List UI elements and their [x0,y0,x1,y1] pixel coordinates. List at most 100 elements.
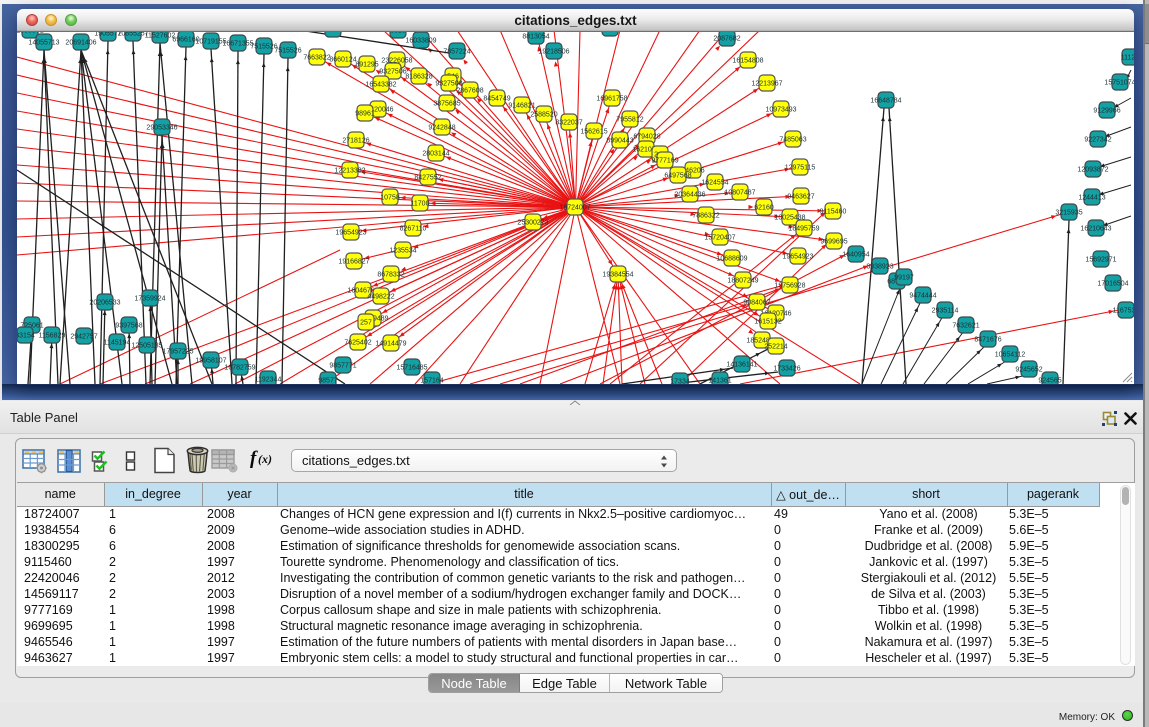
svg-text:20364436: 20364436 [674,192,705,199]
svg-text:12975115: 12975115 [785,165,816,172]
svg-text:33154: 33154 [17,333,35,340]
svg-text:2942757: 2942757 [70,334,97,341]
svg-text:9327506: 9327506 [379,69,406,76]
svg-text:8267110: 8267110 [400,226,427,233]
svg-text:1733426: 1733426 [773,366,800,373]
svg-text:9242848: 9242848 [428,125,455,132]
svg-text:1156829: 1156829 [39,333,66,340]
svg-text:7663822: 7663822 [303,55,330,62]
svg-text:10688609: 10688609 [716,256,747,263]
svg-text:99197: 99197 [894,275,914,282]
svg-text:4498222: 4498222 [367,294,394,301]
svg-text:1145194: 1145194 [104,340,131,347]
svg-text:8427552: 8427552 [414,175,441,182]
svg-text:15716485: 15716485 [396,365,427,372]
svg-text:11121: 11121 [1121,55,1134,62]
svg-text:62160: 62160 [754,205,774,212]
svg-text:17957225: 17957225 [162,349,193,356]
svg-text:6497568: 6497568 [664,173,691,180]
svg-text:2588520: 2588520 [530,112,557,119]
svg-text:7515526: 7515526 [274,48,301,55]
svg-text:11700: 11700 [411,201,430,208]
svg-text:15751074: 15751074 [1104,80,1134,87]
svg-text:25300273: 25300273 [517,220,548,227]
svg-text:15720407: 15720407 [704,235,735,242]
svg-text:1244413: 1244413 [1078,195,1105,202]
svg-text:16543382: 16543382 [365,82,396,89]
svg-text:9327508: 9327508 [435,81,462,88]
svg-text:12505135: 12505135 [131,343,162,350]
svg-text:1615132: 1615132 [754,319,781,326]
svg-text:9397568: 9397568 [115,323,142,330]
svg-text:7625402: 7625402 [344,340,371,347]
svg-text:f: f [250,449,258,468]
svg-text:8813: 8813 [390,32,406,35]
svg-text:10654112: 10654112 [995,352,1026,359]
svg-text:9699695: 9699695 [820,239,847,246]
svg-text:16648784: 16648784 [870,98,901,105]
svg-text:16210643: 16210643 [1080,226,1111,233]
svg-text:(x): (x) [258,452,272,466]
svg-text:9115460: 9115460 [820,209,847,216]
svg-text:11527602: 11527602 [145,33,176,40]
svg-text:8813054: 8813054 [522,34,549,41]
svg-text:257: 257 [360,320,372,327]
svg-text:14914479: 14914479 [375,341,406,348]
svg-text:14136141: 14136141 [726,362,757,369]
svg-text:252214: 252214 [764,344,787,351]
svg-text:9227342: 9227342 [1084,137,1111,144]
svg-text:9474444: 9474444 [909,293,936,300]
svg-text:9245652: 9245652 [1015,367,1042,374]
svg-text:2718126: 2718126 [342,138,369,145]
svg-text:7955812: 7955812 [616,117,643,124]
svg-text:3215935: 3215935 [1055,210,1082,217]
svg-text:16154808: 16154808 [732,58,763,65]
svg-text:20206533: 20206533 [89,300,120,307]
svg-text:8186328: 8186328 [405,74,432,81]
svg-text:6794028: 6794028 [633,134,660,141]
svg-text:17016504: 17016504 [1097,281,1128,288]
svg-text:3875685: 3875685 [433,101,460,108]
svg-text:8471676: 8471676 [974,337,1001,344]
svg-text:18807249: 18807249 [727,278,758,285]
svg-text:9463627: 9463627 [787,194,814,201]
svg-text:1167533: 1167533 [1113,308,1134,315]
svg-text:29053346: 29053346 [146,125,177,132]
svg-text:1192344: 1192344 [255,377,282,384]
svg-text:2867608: 2867608 [456,88,483,95]
svg-text:9084067: 9084067 [743,300,770,307]
svg-text:9857771: 9857771 [329,363,356,370]
svg-text:12093872: 12093872 [1077,167,1108,174]
svg-text:10807487: 10807487 [724,190,755,197]
svg-text:8938923: 8938923 [866,264,893,271]
svg-text:14055713: 14055713 [28,40,59,47]
svg-text:7857224: 7857224 [443,49,470,56]
svg-text:9777169: 9777169 [651,158,678,165]
svg-text:8990443: 8990443 [606,138,633,145]
svg-text:19654923: 19654923 [782,254,813,261]
svg-text:10973493: 10973493 [765,107,796,114]
svg-text:891295: 891295 [355,62,378,69]
svg-text:160338: 160338 [321,32,344,34]
svg-text:2087682: 2087682 [713,36,740,43]
svg-text:1562615: 1562615 [580,129,607,136]
svg-text:9146821: 9146821 [508,103,535,110]
svg-text:18724007: 18724007 [559,205,590,212]
svg-text:19958107: 19958107 [195,358,226,365]
svg-text:98961: 98961 [355,111,375,118]
svg-text:7485063: 7485063 [779,137,806,144]
svg-text:16671355: 16671355 [222,41,253,48]
svg-text:12213382: 12213382 [334,168,365,175]
svg-text:16961758: 16961758 [596,96,627,103]
svg-text:2935114: 2935114 [932,308,959,315]
svg-text:1235534: 1235534 [389,248,416,255]
svg-text:19756928: 19756928 [774,283,805,290]
svg-text:8454749: 8454749 [483,96,510,103]
svg-text:8322037: 8322037 [555,120,582,127]
svg-text:8678332: 8678332 [377,272,404,279]
svg-text:16782759: 16782759 [224,365,255,372]
svg-text:19166827: 19166827 [338,259,369,266]
svg-text:1640954: 1640954 [842,252,869,259]
svg-text:19654923: 19654923 [335,230,366,237]
svg-text:12213967: 12213967 [751,81,782,88]
